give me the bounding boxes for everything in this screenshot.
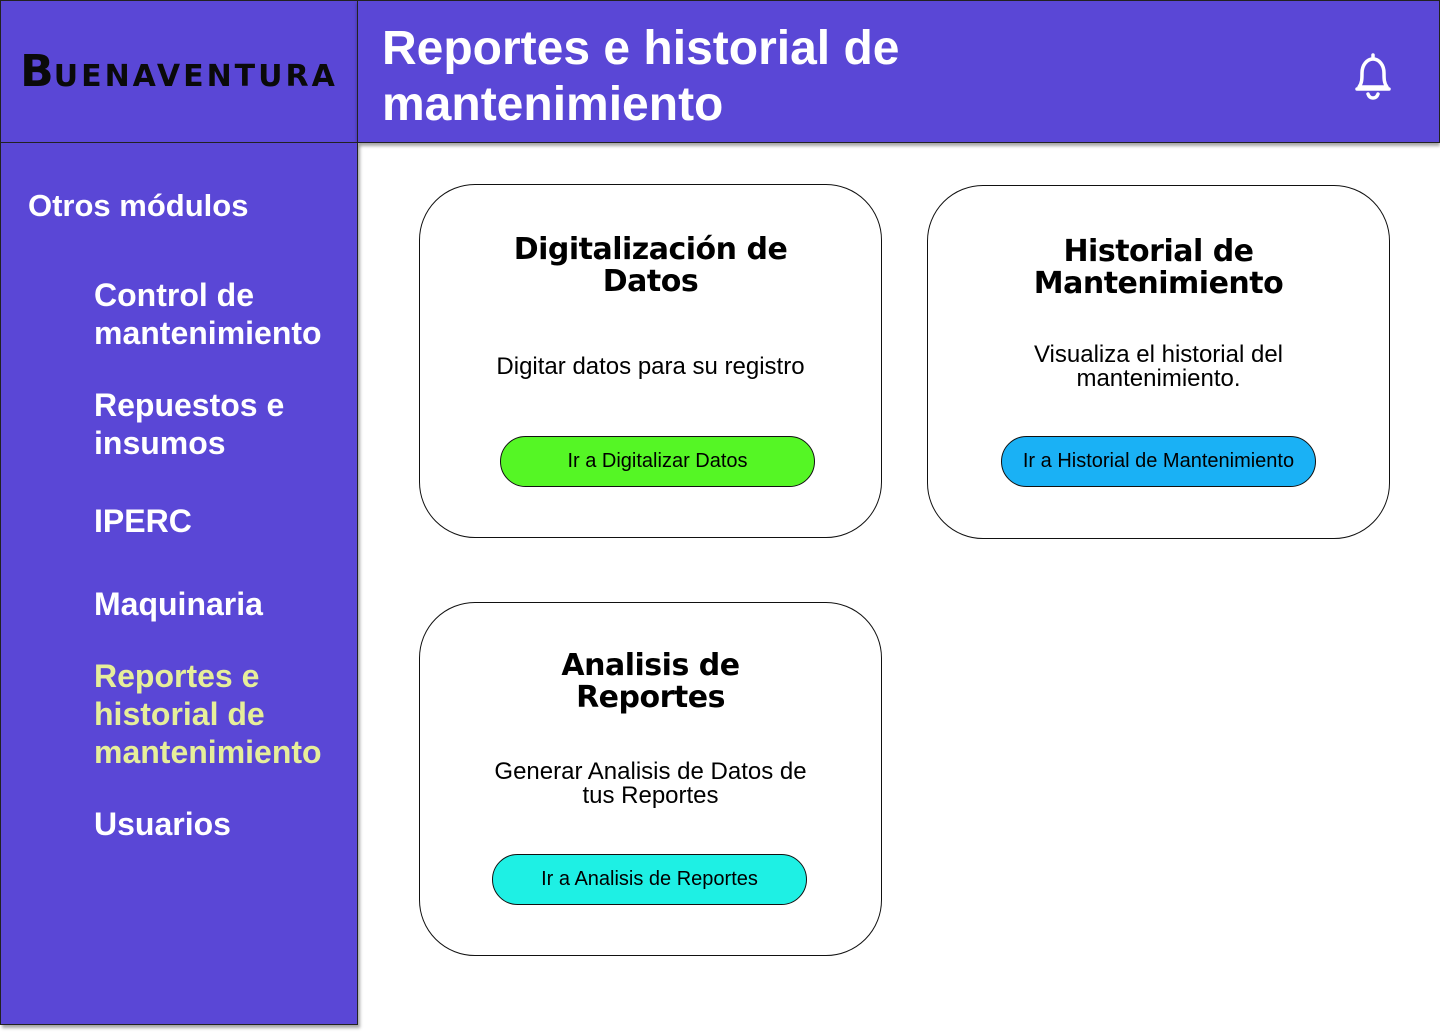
sidebar-item-maquinaria[interactable]: Maquinaria <box>94 585 344 623</box>
card-digitalizacion: Digitalización de Datos Digitar datos pa… <box>419 184 882 538</box>
card-description: Generar Analisis de Datos de tus Reporte… <box>494 758 807 809</box>
card-description: Visualiza el historial del mantenimiento… <box>1033 341 1284 392</box>
logo-container: B UENAVENTURA <box>0 0 358 143</box>
sidebar-item-reportes-historial[interactable]: Reportes e historial de mantenimiento <box>94 657 344 771</box>
card-description: Digitar datos para su registro <box>496 353 805 380</box>
sidebar: Otros módulos Control de mantenimiento R… <box>0 142 358 1025</box>
card-title: Analisis de Reportes <box>561 648 740 715</box>
sidebar-item-usuarios[interactable]: Usuarios <box>94 805 344 843</box>
card-title: Historial de Mantenimiento <box>1033 234 1284 301</box>
page-header: Reportes e historial de mantenimiento <box>357 0 1440 143</box>
page-title: Reportes e historial de mantenimiento <box>382 22 900 131</box>
sidebar-heading: Otros módulos <box>28 188 249 223</box>
logo-text: UENAVENTURA <box>53 59 338 94</box>
digitalizar-datos-button[interactable]: Ir a Digitalizar Datos <box>500 436 815 487</box>
logo-initial: B <box>20 46 54 97</box>
buenaventura-logo[interactable]: B UENAVENTURA <box>20 46 338 97</box>
card-historial: Historial de Mantenimiento Visualiza el … <box>927 185 1390 539</box>
card-title: Digitalización de Datos <box>513 232 788 299</box>
sidebar-item-repuestos-insumos[interactable]: Repuestos e insumos <box>94 386 344 462</box>
historial-mantenimiento-button[interactable]: Ir a Historial de Mantenimiento <box>1001 436 1316 487</box>
bell-icon[interactable] <box>1351 51 1395 101</box>
analisis-reportes-button[interactable]: Ir a Analisis de Reportes <box>492 854 807 905</box>
card-analisis: Analisis de Reportes Generar Analisis de… <box>419 602 882 956</box>
sidebar-item-control-mantenimiento[interactable]: Control de mantenimiento <box>94 276 344 352</box>
sidebar-item-iperc[interactable]: IPERC <box>94 502 344 540</box>
